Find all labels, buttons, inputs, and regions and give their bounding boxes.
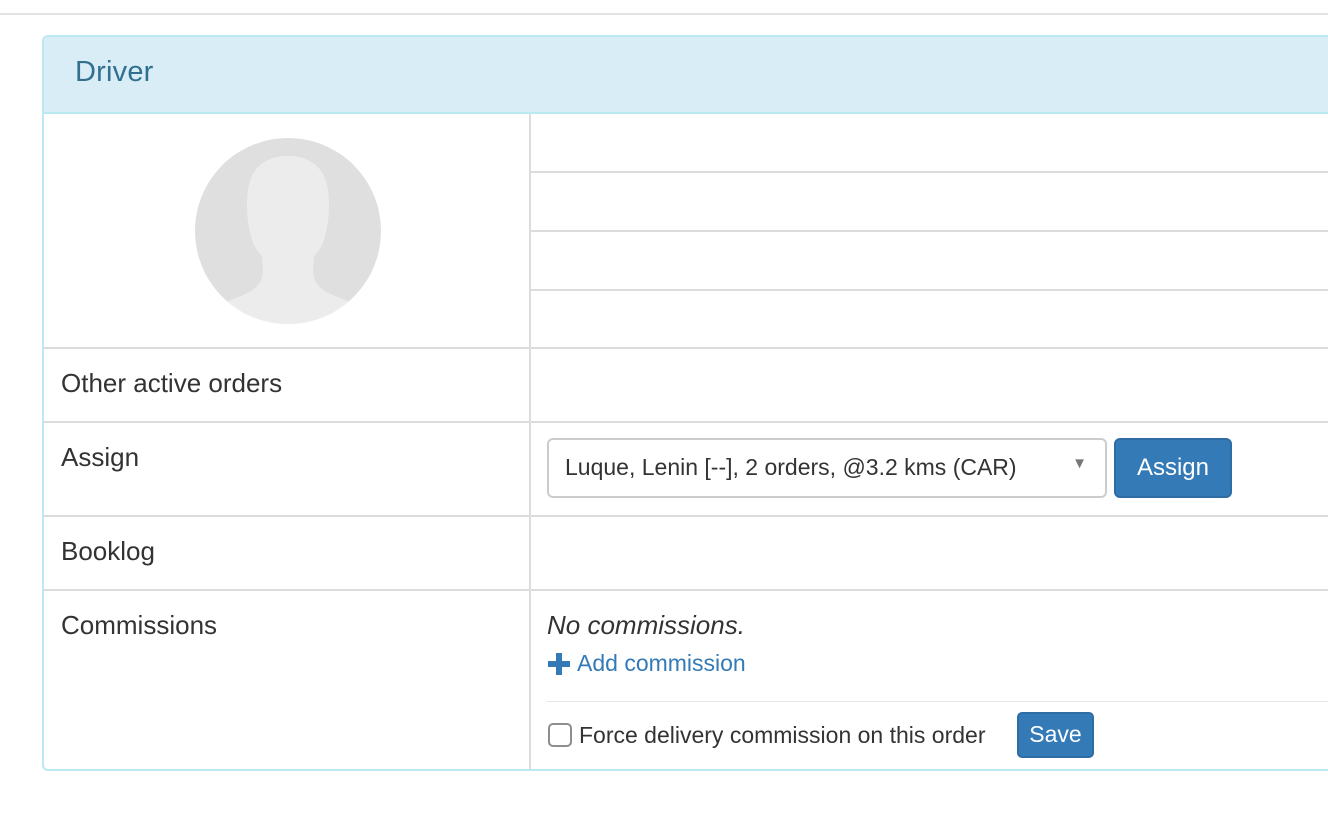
- add-commission-link[interactable]: Add commission: [547, 650, 746, 677]
- force-delivery-label[interactable]: Force delivery commission on this order: [579, 722, 985, 749]
- commission-separator: [547, 701, 1328, 702]
- plus-icon: [548, 652, 570, 675]
- save-button[interactable]: Save: [1017, 712, 1094, 758]
- assign-button[interactable]: Assign: [1114, 438, 1232, 498]
- booklog-label: Booklog: [61, 536, 155, 566]
- row-booklog: Booklog: [44, 515, 1328, 589]
- commissions-label: Commissions: [61, 610, 218, 640]
- panel-heading: Driver: [44, 37, 1328, 114]
- assign-label: Assign: [61, 442, 140, 472]
- column-divider: [529, 114, 531, 769]
- driver-select[interactable]: Luque, Lenin [--], 2 orders, @3.2 kms (C…: [547, 438, 1107, 498]
- panel-title: Driver: [75, 56, 154, 88]
- driver-panel: Driver Other active orders Assign Luque,…: [42, 35, 1328, 771]
- row-other-active-orders: Other active orders: [44, 347, 1328, 421]
- driver-select-value: Luque, Lenin [--], 2 orders, @3.2 kms (C…: [565, 454, 1017, 480]
- info-row-divider: [531, 230, 1328, 232]
- add-commission-label: Add commission: [577, 650, 746, 676]
- avatar: [195, 138, 381, 324]
- top-divider: [0, 13, 1328, 15]
- avatar-silhouette-icon: [195, 138, 381, 324]
- info-row-divider: [531, 171, 1328, 173]
- info-row-divider: [531, 289, 1328, 291]
- caret-down-icon: ▼: [1072, 455, 1087, 472]
- no-commissions-text: No commissions.: [547, 610, 745, 640]
- other-active-orders-label: Other active orders: [61, 368, 283, 398]
- force-delivery-checkbox[interactable]: [548, 723, 572, 747]
